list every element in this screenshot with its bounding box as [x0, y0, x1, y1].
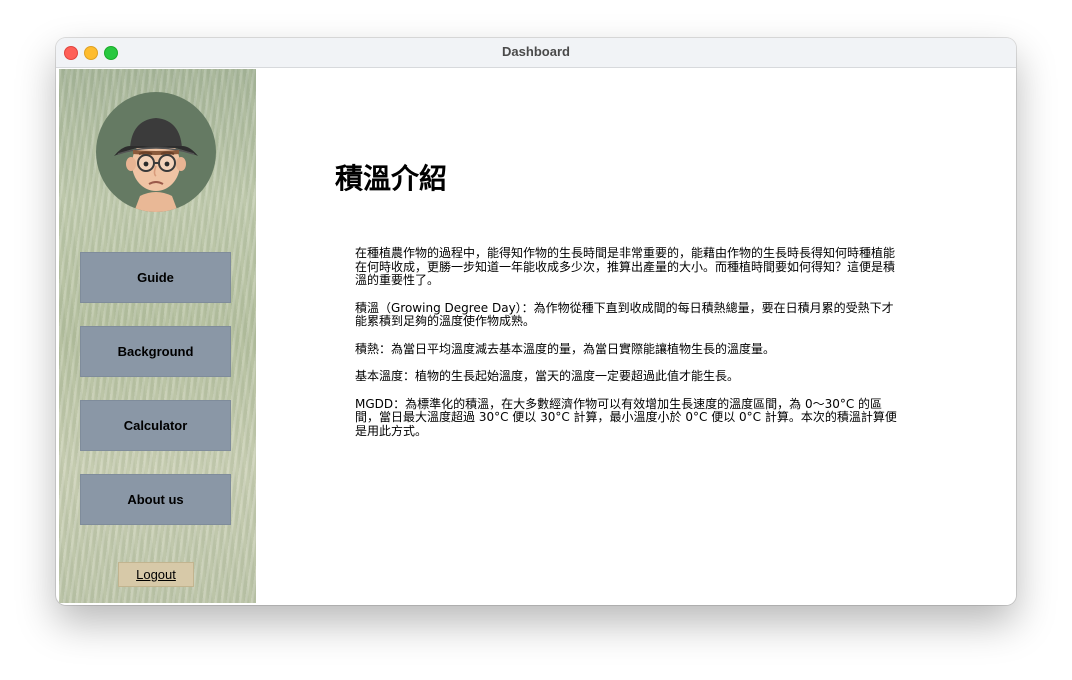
paragraph-base-temp-definition: 基本溫度：植物的生長起始溫度，當天的溫度一定要超過此值才能生長。	[355, 369, 740, 383]
memoji-avatar-icon	[114, 118, 198, 212]
title-bar: Dashboard	[56, 38, 1016, 68]
avatar	[96, 92, 216, 212]
nav-calculator-button[interactable]: Calculator	[80, 400, 231, 451]
app-window: Dashboard Guide Background Calculator Ab…	[56, 38, 1016, 605]
logout-button[interactable]: Logout	[118, 562, 194, 587]
page-title: 積溫介紹	[335, 162, 448, 195]
paragraph-heat-definition: 積熱：為當日平均溫度減去基本溫度的量，為當日實際能讓植物生長的溫度量。	[355, 341, 776, 356]
main-content: 積溫介紹 在種植農作物的過程中，能得知作物的生長時間是非常重要的，能藉由作物的生…	[256, 69, 1016, 605]
nav-guide-button[interactable]: Guide	[80, 252, 231, 303]
window-title: Dashboard	[502, 44, 570, 59]
paragraph-gdd-definition: 積溫（Growing Degree Day）：為作物從種下直到收成間的每日積熱總…	[355, 300, 894, 328]
paragraph-intro: 在種植農作物的過程中，能得知作物的生長時間是非常重要的，能藉由作物的生長時長得知…	[355, 246, 896, 287]
sidebar: Guide Background Calculator About us Log…	[59, 69, 256, 603]
intro-text: 在種植農作物的過程中，能得知作物的生長時間是非常重要的，能藉由作物的生長時長得知…	[355, 246, 903, 452]
nav-background-button[interactable]: Background	[80, 326, 231, 377]
paragraph-mgdd-definition: MGDD：為標準化的積溫，在大多數經濟作物可以有效增加生長速度的溫度區間，為 0…	[355, 396, 897, 438]
nav-about-us-button[interactable]: About us	[80, 474, 231, 525]
